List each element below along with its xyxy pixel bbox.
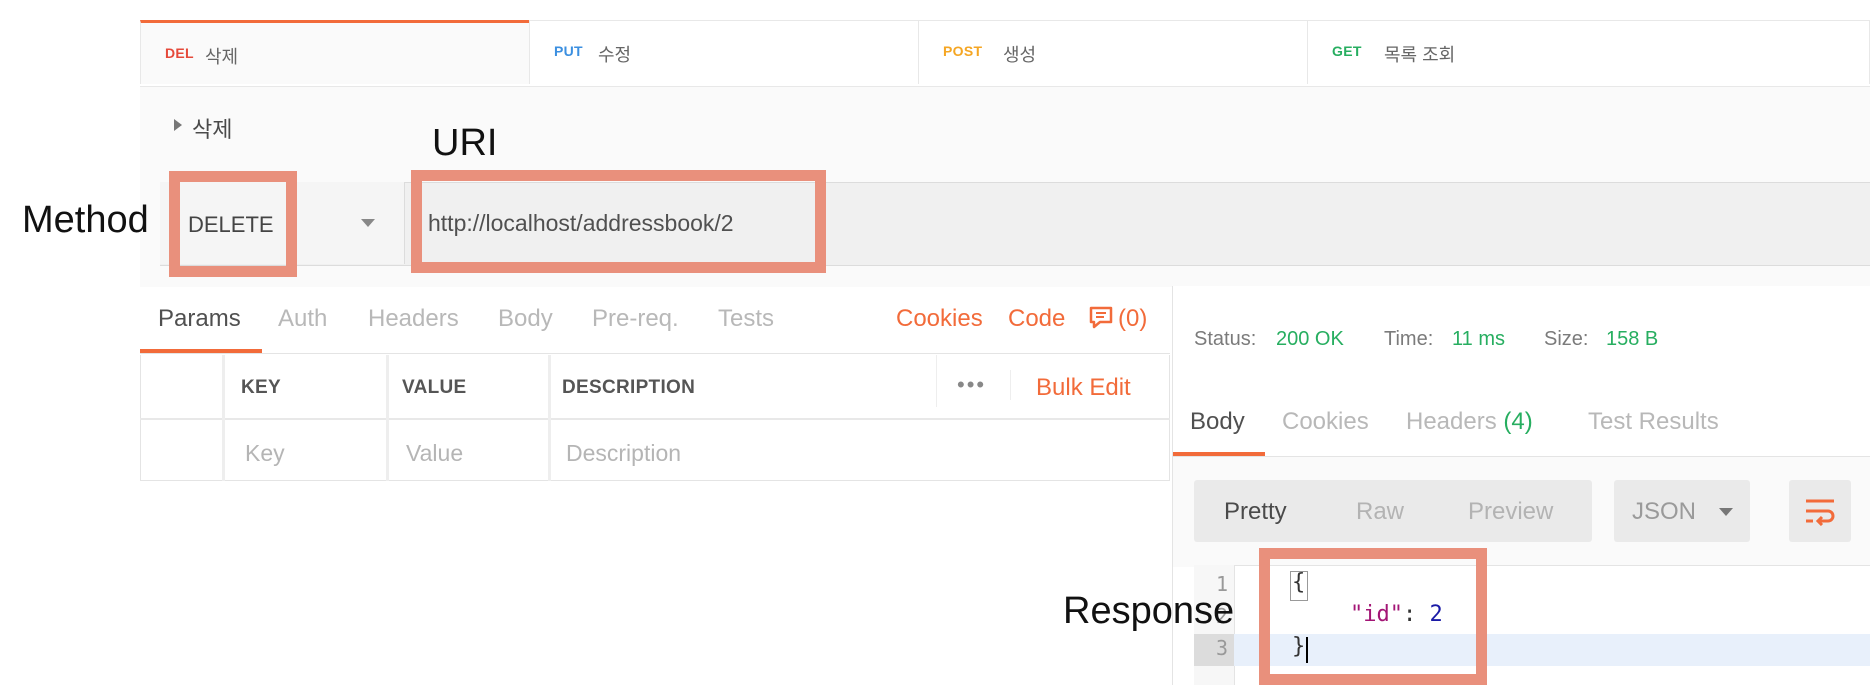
tab-post[interactable]: POST 생성 [918,20,1373,84]
method-highlight [169,171,297,277]
annotation-method: Method [22,199,149,241]
column-header-key: KEY [241,377,281,398]
expand-caret-icon[interactable] [174,119,182,131]
preview-button[interactable]: Preview [1468,498,1553,526]
key-input[interactable]: Key [245,440,285,467]
size-label: Size: [1544,328,1589,350]
headers-count: (4) [1503,408,1533,435]
status-label: Status: [1194,328,1257,350]
cookies-link[interactable]: Cookies [896,305,983,333]
tab-auth[interactable]: Auth [278,305,327,333]
tab-test-results[interactable]: Test Results [1588,408,1719,436]
time-value: 11 ms [1452,328,1505,350]
description-input[interactable]: Description [566,440,681,467]
annotation-uri: URI [432,122,498,164]
wrap-lines-button[interactable] [1789,480,1851,542]
request-tab-strip: DEL 삭제 PUT 수정 POST 생성 GET 목록 조회 [140,0,1870,86]
tab-name: 생성 [1003,45,1037,65]
request-title[interactable]: 삭제 [192,112,232,144]
value-input[interactable]: Value [406,440,463,467]
table-column-divider [548,355,551,481]
active-tab-indicator [1173,452,1265,456]
tab-put[interactable]: PUT 수정 [529,20,984,84]
tab-response-headers[interactable]: Headers (4) [1406,408,1533,436]
table-column-divider [386,355,389,481]
tab-tests[interactable]: Tests [718,305,774,333]
tab-response-cookies[interactable]: Cookies [1282,408,1369,436]
annotation-response: Response [1063,590,1235,632]
tab-method: GET [1332,43,1362,59]
column-header-value: VALUE [402,377,467,398]
divider [140,353,1170,354]
tab-name: 목록 조회 [1384,45,1456,65]
tab-method: DEL [165,45,194,61]
table-row-divider [140,418,1170,420]
column-header-description: DESCRIPTION [562,377,696,398]
tab-body[interactable]: Body [498,305,553,333]
tab-headers[interactable]: Headers [368,305,459,333]
line-number: 3 [1215,636,1228,660]
wrap-icon [1806,499,1835,526]
tab-name: 수정 [598,45,632,65]
response-highlight [1259,548,1487,685]
tab-params[interactable]: Params [158,305,241,333]
tab-method: PUT [554,43,583,59]
comment-count[interactable]: (0) [1118,305,1147,333]
tab-name: 삭제 [205,47,239,67]
size-value: 158 B [1606,328,1659,350]
tab-label: Headers [1406,408,1497,435]
tab-get[interactable]: GET 목록 조회 [1307,20,1870,84]
table-column-divider [222,355,225,481]
tab-method: POST [943,43,983,59]
table-column-divider [936,355,937,407]
time-label: Time: [1384,328,1434,350]
tab-pre-request[interactable]: Pre-req. [592,305,679,333]
more-icon[interactable]: ••• [957,372,986,398]
status-value: 200 OK [1276,328,1344,350]
table-column-divider [1010,370,1011,400]
tab-delete[interactable]: DEL 삭제 [140,20,595,84]
chevron-down-icon[interactable] [361,219,375,227]
language-value: JSON [1632,498,1697,525]
raw-button[interactable]: Raw [1356,498,1404,526]
chevron-down-icon [1719,508,1733,516]
tab-response-body[interactable]: Body [1190,408,1245,436]
pretty-button[interactable]: Pretty [1224,498,1287,526]
comment-icon[interactable] [1088,306,1114,335]
bulk-edit-button[interactable]: Bulk Edit [1036,374,1131,402]
uri-highlight [411,170,826,273]
code-link[interactable]: Code [1008,305,1065,333]
